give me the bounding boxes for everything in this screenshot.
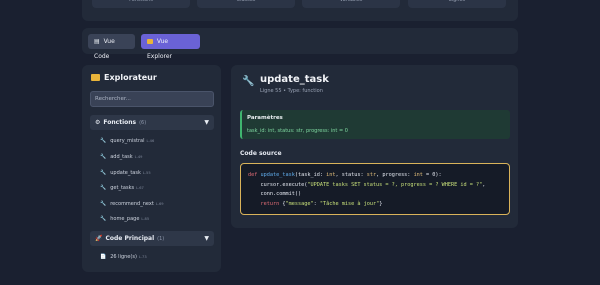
stat-card: Variables [302,0,400,8]
wrench-icon: 🔧 [100,170,107,176]
function-item-query-mistral[interactable]: 🔧 query_mistral L.46 [100,136,154,146]
collapse-triangle-icon[interactable]: ▼ [204,115,209,130]
function-subtitle: Ligne 55 • Type: function [260,88,323,94]
vue-explorer-button[interactable]: Vue Explorer [141,34,200,60]
view-toggle-bar: ▤ Vue Code Vue Explorer [82,28,518,60]
gear-icon: ⚙ [95,119,101,126]
parameters-text: task_id: int, status: str, progress: int… [247,128,348,134]
group-fonctions-header[interactable]: ⚙ Fonctions (6) ▼ [90,115,214,130]
function-item-get-tasks[interactable]: 🔧 get_tasks L.67 [100,183,144,193]
sidebar-title: Explorateur [91,73,157,82]
stat-card: Fonctions [92,0,190,8]
stat-card: Lignes [408,0,506,8]
function-detail-panel: 🔧 update_task Ligne 55 • Type: function … [231,65,518,228]
wrench-icon: 🔧 [100,216,107,222]
vue-code-button[interactable]: ▤ Vue Code [88,34,135,60]
rocket-icon: 🚀 [95,235,103,242]
source-code-block[interactable]: def update_task(task_id: int, status: st… [240,163,510,215]
function-item-add-task[interactable]: 🔧 add_task L.49 [100,152,142,162]
folder-icon [147,38,153,44]
stats-panel: Fonctions Classes Variables Lignes [82,0,518,21]
principal-item[interactable]: 📄 26 ligne(s) L.73 [100,252,147,262]
parameters-box: Paramètres task_id: int, status: str, pr… [240,110,510,139]
wrench-icon: 🔧 [100,138,107,144]
wrench-icon: 🔧 [100,154,107,160]
source-code-label: Code source [240,150,282,157]
wrench-icon: 🔧 [100,201,107,207]
wrench-icon: 🔧 [100,185,107,191]
function-title: update_task [260,74,329,85]
folder-icon [91,74,100,81]
wrench-icon: 🔧 [242,76,255,87]
group-code-principal-header[interactable]: 🚀 Code Principal (1) ▼ [90,231,214,246]
document-icon: 📄 [100,254,107,260]
function-item-update-task[interactable]: 🔧 update_task L.55 [100,168,151,178]
explorer-sidebar: Explorateur ⚙Fonctions(6) ▼ 🔧query_mistr… [82,65,221,272]
collapse-triangle-icon[interactable]: ▼ [204,231,209,246]
file-icon: ▤ [94,38,100,45]
function-item-recommend-next[interactable]: 🔧 recommend_next L.69 [100,199,164,209]
search-input[interactable] [90,91,214,107]
stat-card: Classes [197,0,295,8]
function-item-home-page[interactable]: 🔧 home_page L.85 [100,214,149,224]
parameters-title: Paramètres [247,115,283,121]
